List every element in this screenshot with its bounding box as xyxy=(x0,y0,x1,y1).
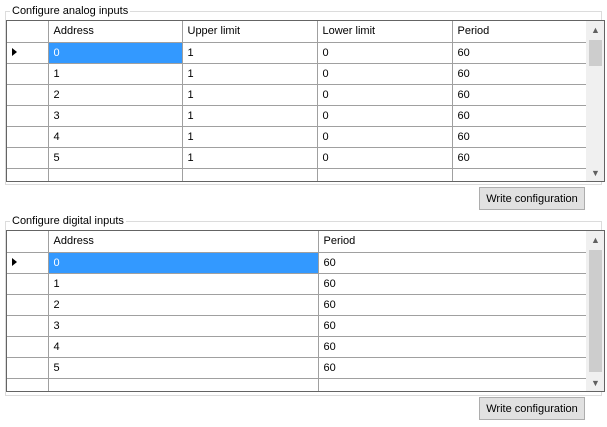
period-cell[interactable] xyxy=(452,168,588,181)
upper-limit-cell[interactable]: 1 xyxy=(182,42,318,64)
period-cell[interactable]: 60 xyxy=(318,357,589,379)
analog-column-header-period[interactable]: Period xyxy=(452,21,588,43)
digital-corner-header xyxy=(7,231,49,253)
row-pointer-arrow-icon xyxy=(12,47,17,56)
lower-limit-cell[interactable]: 0 xyxy=(317,84,453,106)
row-header[interactable] xyxy=(7,336,49,358)
period-cell[interactable]: 60 xyxy=(318,315,589,337)
row-header[interactable] xyxy=(7,63,49,85)
row-header[interactable] xyxy=(7,378,49,391)
address-cell[interactable] xyxy=(48,378,319,391)
table-row[interactable]: 0 60 xyxy=(7,252,589,274)
lower-limit-cell[interactable]: 0 xyxy=(317,147,453,169)
table-row[interactable]: 3 1 0 60 xyxy=(7,105,588,127)
upper-limit-cell[interactable]: 1 xyxy=(182,63,318,85)
table-row[interactable]: 3 60 xyxy=(7,315,589,337)
table-row[interactable] xyxy=(7,378,589,391)
chevron-down-icon[interactable]: ▼ xyxy=(587,164,604,181)
table-row[interactable]: 4 60 xyxy=(7,336,589,358)
table-row[interactable]: 5 60 xyxy=(7,357,589,379)
analog-header-row: Address Upper limit Lower limit Period xyxy=(7,21,588,43)
table-row[interactable]: 2 1 0 60 xyxy=(7,84,588,106)
upper-limit-cell[interactable]: 1 xyxy=(182,105,318,127)
table-row[interactable]: 1 1 0 60 xyxy=(7,63,588,85)
address-cell[interactable]: 0 xyxy=(48,252,319,274)
table-row[interactable]: 5 1 0 60 xyxy=(7,147,588,169)
table-row[interactable]: 0 1 0 60 xyxy=(7,42,588,64)
row-header[interactable] xyxy=(7,42,49,64)
period-cell[interactable]: 60 xyxy=(452,105,588,127)
digital-inputs-grid[interactable]: Address Period 0 60 1 60 2 60 3 60 4 60 … xyxy=(6,230,605,392)
row-header[interactable] xyxy=(7,273,49,295)
analog-corner-header xyxy=(7,21,49,43)
row-header[interactable] xyxy=(7,168,49,181)
period-cell[interactable]: 60 xyxy=(318,336,589,358)
period-cell[interactable]: 60 xyxy=(318,294,589,316)
analog-write-configuration-button[interactable]: Write configuration xyxy=(479,187,585,210)
address-cell[interactable]: 5 xyxy=(48,147,183,169)
row-header[interactable] xyxy=(7,126,49,148)
analog-vertical-scrollbar[interactable]: ▲ ▼ xyxy=(586,21,604,181)
analog-inputs-grid[interactable]: Address Upper limit Lower limit Period 0… xyxy=(6,20,605,182)
chevron-up-icon[interactable]: ▲ xyxy=(587,231,604,248)
address-cell[interactable]: 3 xyxy=(48,105,183,127)
analog-inputs-title: Configure analog inputs xyxy=(10,4,131,18)
digital-inputs-table: Address Period 0 60 1 60 2 60 3 60 4 60 … xyxy=(7,231,589,391)
address-cell[interactable]: 4 xyxy=(48,126,183,148)
lower-limit-cell[interactable] xyxy=(317,168,453,181)
chevron-down-icon[interactable]: ▼ xyxy=(587,374,604,391)
upper-limit-cell[interactable] xyxy=(182,168,318,181)
address-cell[interactable]: 4 xyxy=(48,336,319,358)
digital-column-header-address[interactable]: Address xyxy=(48,231,319,253)
digital-write-configuration-button[interactable]: Write configuration xyxy=(479,397,585,420)
period-cell[interactable]: 60 xyxy=(452,126,588,148)
address-cell[interactable]: 1 xyxy=(48,63,183,85)
table-row[interactable] xyxy=(7,168,588,181)
address-cell[interactable]: 0 xyxy=(48,42,183,64)
row-header[interactable] xyxy=(7,315,49,337)
analog-column-header-address[interactable]: Address xyxy=(48,21,183,43)
digital-vertical-scrollbar[interactable]: ▲ ▼ xyxy=(586,231,604,391)
row-header[interactable] xyxy=(7,252,49,274)
row-header[interactable] xyxy=(7,147,49,169)
table-row[interactable]: 1 60 xyxy=(7,273,589,295)
period-cell[interactable]: 60 xyxy=(452,42,588,64)
row-header[interactable] xyxy=(7,105,49,127)
period-cell[interactable]: 60 xyxy=(318,273,589,295)
table-row[interactable]: 4 1 0 60 xyxy=(7,126,588,148)
upper-limit-cell[interactable]: 1 xyxy=(182,84,318,106)
upper-limit-cell[interactable]: 1 xyxy=(182,126,318,148)
digital-header-row: Address Period xyxy=(7,231,589,253)
lower-limit-cell[interactable]: 0 xyxy=(317,42,453,64)
address-cell[interactable]: 5 xyxy=(48,357,319,379)
analog-column-header-upper-limit[interactable]: Upper limit xyxy=(182,21,318,43)
row-pointer-arrow-icon xyxy=(12,257,17,266)
period-cell[interactable]: 60 xyxy=(452,84,588,106)
period-cell[interactable]: 60 xyxy=(452,63,588,85)
chevron-up-icon[interactable]: ▲ xyxy=(587,21,604,38)
row-header[interactable] xyxy=(7,357,49,379)
lower-limit-cell[interactable]: 0 xyxy=(317,105,453,127)
address-cell[interactable]: 2 xyxy=(48,84,183,106)
analog-inputs-table: Address Upper limit Lower limit Period 0… xyxy=(7,21,588,181)
row-header[interactable] xyxy=(7,294,49,316)
digital-scrollbar-thumb[interactable] xyxy=(589,250,602,372)
analog-column-header-lower-limit[interactable]: Lower limit xyxy=(317,21,453,43)
period-cell[interactable] xyxy=(318,378,589,391)
lower-limit-cell[interactable]: 0 xyxy=(317,63,453,85)
period-cell[interactable]: 60 xyxy=(452,147,588,169)
analog-scrollbar-thumb[interactable] xyxy=(589,40,602,66)
digital-inputs-title: Configure digital inputs xyxy=(10,214,126,228)
period-cell[interactable]: 60 xyxy=(318,252,589,274)
table-row[interactable]: 2 60 xyxy=(7,294,589,316)
upper-limit-cell[interactable]: 1 xyxy=(182,147,318,169)
address-cell[interactable]: 2 xyxy=(48,294,319,316)
address-cell[interactable]: 3 xyxy=(48,315,319,337)
row-header[interactable] xyxy=(7,84,49,106)
lower-limit-cell[interactable]: 0 xyxy=(317,126,453,148)
digital-column-header-period[interactable]: Period xyxy=(318,231,589,253)
address-cell[interactable]: 1 xyxy=(48,273,319,295)
address-cell[interactable] xyxy=(48,168,183,181)
